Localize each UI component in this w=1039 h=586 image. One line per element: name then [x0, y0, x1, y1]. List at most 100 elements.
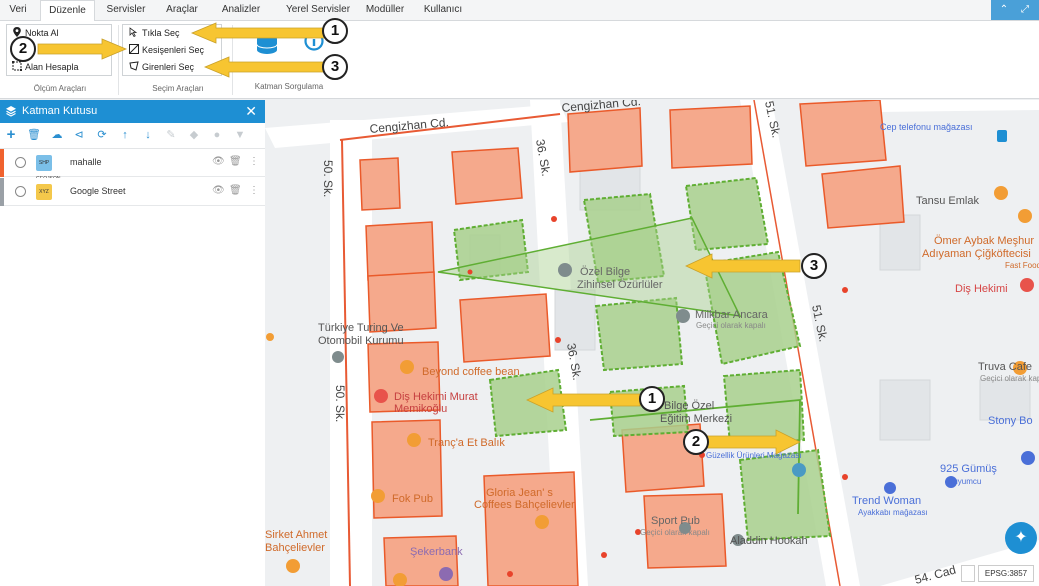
layers-icon	[6, 106, 16, 117]
poi-label: Beyond coffee bean	[422, 366, 520, 378]
poi-label: Fok Pub	[392, 493, 433, 505]
layer-color-bar	[0, 149, 4, 177]
tab-servisler[interactable]: Servisler	[100, 0, 152, 21]
eye-icon[interactable]: 👁	[212, 156, 225, 167]
poi-label: Diş Hekimi Murat	[394, 391, 478, 403]
layer-query-group-label: Katman Sorgulama	[254, 82, 324, 91]
fullscreen-icon[interactable]: ⤢	[1018, 3, 1032, 17]
poi-label: Tranç'a Et Balık	[428, 437, 505, 449]
layer-radio[interactable]	[15, 186, 26, 197]
tikla-sec-button[interactable]: Tıkla Seç	[129, 26, 180, 40]
ribbon: Nokta Al Alan Hesapla Ölçüm Araçları Tık…	[0, 21, 1039, 99]
poi-label: Otomobil Kurumu	[318, 335, 404, 347]
menu-bar: Veri Düzenle Servisler Araçlar Analizler…	[0, 0, 1039, 22]
street-label: 50. Sk.	[333, 385, 347, 422]
poi-label: 925 Gümüş	[940, 463, 997, 475]
layer-row-google-street[interactable]: XYZ Google Street 👁 🗑 ⋮	[0, 178, 265, 206]
poi-label: Truva Cafe	[978, 361, 1032, 373]
map-callout-badge-2: 2	[683, 429, 709, 455]
cloud-icon[interactable]: ☁	[50, 128, 64, 142]
poi-label: Türkiye Turing Ve	[318, 322, 404, 334]
eye-icon[interactable]: 👁	[212, 185, 225, 196]
map-canvas[interactable]: Cengizhan Cd. Cengizhan Cd. 36. Sk. 36. …	[265, 100, 1039, 586]
poi-label: Memikoğlu	[394, 403, 447, 415]
poi-label: Tansu Emlak	[916, 195, 979, 207]
refresh-icon[interactable]: ⟳	[95, 128, 109, 142]
layer-thumb: XYZ	[36, 184, 52, 200]
poi-label: Stony Bo	[988, 415, 1033, 427]
poi-label: Gloria Jean' s	[486, 487, 553, 499]
more-icon[interactable]: ⋮	[249, 185, 259, 196]
girenleri-sec-button[interactable]: Girenleri Seç	[129, 60, 194, 74]
poi-label: Milkbar Ancara	[695, 309, 769, 321]
crs-selector-box[interactable]	[961, 565, 975, 582]
style-icon[interactable]: ●	[210, 128, 224, 142]
trash-icon[interactable]: 🗑	[229, 185, 242, 196]
layer-row-mahalle[interactable]: SHP GEOJSON mahalle 👁 🗑 ⋮	[0, 149, 265, 182]
layer-name: mahalle	[70, 157, 102, 167]
poi-label: Eğitim Merkezi	[660, 413, 732, 425]
callout-badge-1: 1	[322, 18, 348, 44]
tools-icon: ✦	[1014, 529, 1028, 546]
edit-icon[interactable]: ✎	[164, 128, 178, 142]
share-icon[interactable]: ⊲	[72, 128, 86, 142]
close-icon[interactable]: ✕	[245, 103, 257, 120]
poi-label: Sport Pub	[651, 515, 700, 527]
map-callout-badge-1: 1	[639, 386, 665, 412]
poi-label: Şekerbank	[410, 546, 463, 558]
move-down-icon[interactable]: ↓	[141, 128, 155, 142]
kesisenleri-sec-button[interactable]: Kesişenleri Seç	[129, 43, 204, 57]
poi-label: Bahçelievler	[265, 542, 325, 554]
layer-toolbar: + 🗑 ☁ ⊲ ⟳ ↑ ↓ ✎ ◆ ● ▼	[0, 123, 265, 149]
map-view[interactable]: Cengizhan Cd. Cengizhan Cd. 36. Sk. 36. …	[265, 100, 1039, 586]
tab-veri[interactable]: Veri	[0, 0, 36, 21]
poi-label: Ayakkabı mağazası	[858, 508, 928, 517]
layer-panel-header: Katman Kutusu ✕	[0, 100, 265, 123]
tab-duzenle[interactable]: Düzenle	[40, 0, 95, 22]
move-up-icon[interactable]: ↑	[118, 128, 132, 142]
more-icon[interactable]: ⋮	[249, 156, 259, 167]
tools-fab-button[interactable]: ✦	[1005, 522, 1037, 554]
window-controls: ⌃ ⤢	[991, 0, 1039, 20]
poi-label: Fast Food	[1005, 261, 1039, 270]
poi-label: Adıyaman Çiğköftecisi	[922, 248, 1031, 260]
arrow-3-icon	[203, 56, 326, 78]
poi-label: Ömer Aybak Meşhur	[934, 235, 1034, 247]
tab-araclar[interactable]: Araçlar	[158, 0, 206, 21]
trash-icon[interactable]: 🗑	[27, 128, 41, 142]
crs-label: EPSG:3857	[978, 565, 1034, 582]
within-select-icon	[129, 61, 139, 71]
area-icon	[12, 61, 22, 71]
layer-panel-title: Katman Kutusu	[22, 105, 98, 117]
trash-icon[interactable]: 🗑	[229, 156, 242, 167]
cursor-select-icon	[129, 27, 138, 37]
alan-hesapla-button[interactable]: Alan Hesapla	[12, 60, 79, 74]
label-icon[interactable]: ◆	[187, 128, 201, 142]
plus-icon[interactable]: +	[4, 127, 18, 142]
layer-thumb: SHP GEOJSON	[36, 155, 60, 182]
tab-moduller[interactable]: Modüller	[360, 0, 410, 21]
tab-kullanici[interactable]: Kullanıcı	[418, 0, 468, 21]
selection-group-label: Seçim Araçları	[152, 84, 204, 93]
callout-badge-2: 2	[10, 36, 36, 62]
poi-label: Cep telefonu mağazası	[880, 122, 973, 132]
street-label: 50. Sk.	[321, 160, 335, 197]
callout-badge-3: 3	[322, 54, 348, 80]
tab-analizler[interactable]: Analizler	[212, 0, 270, 21]
poi-label: Güzellik Ürünleri Mağazası	[706, 451, 802, 460]
poi-label: Aladdin Hookah	[730, 535, 808, 547]
map-callout-badge-3: 3	[801, 253, 827, 279]
layer-color-bar	[0, 178, 4, 206]
poi-label: Geçici olarak kapalı	[696, 321, 766, 330]
measure-group-label: Ölçüm Araçları	[33, 84, 87, 93]
collapse-icon[interactable]: ⌃	[997, 3, 1011, 17]
filter-icon[interactable]: ▼	[233, 128, 247, 142]
poi-label: Zihinsel Özürlüler	[577, 279, 663, 291]
layer-radio[interactable]	[15, 157, 26, 168]
poi-label: Özel Bilge	[580, 266, 630, 278]
layer-panel: Katman Kutusu ✕ + 🗑 ☁ ⊲ ⟳ ↑ ↓ ✎ ◆ ● ▼ SH…	[0, 100, 265, 586]
poi-label: Geçici olarak kapalı	[640, 528, 710, 537]
layer-name: Google Street	[70, 186, 126, 196]
tab-yerel-servisler[interactable]: Yerel Servisler	[278, 0, 358, 21]
arrow-2-icon	[37, 38, 128, 60]
